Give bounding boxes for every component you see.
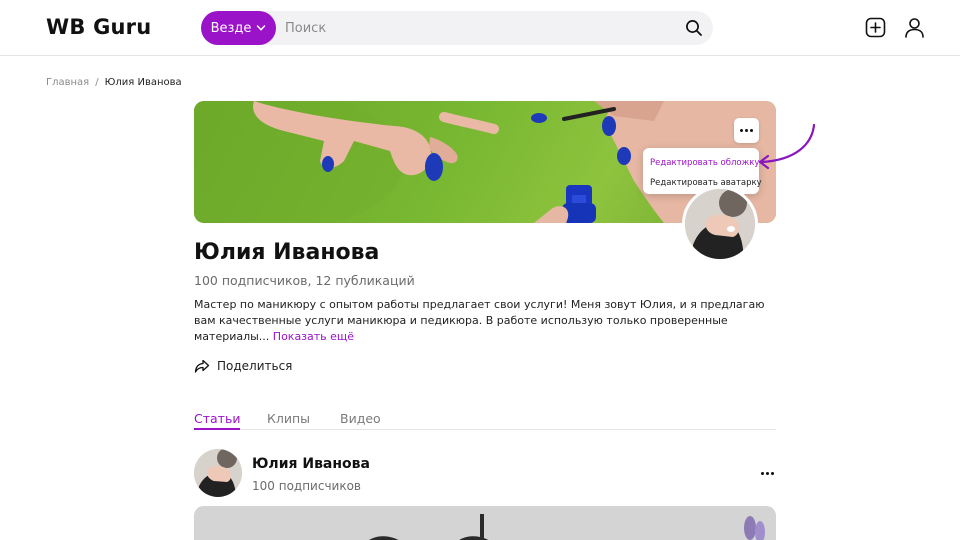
add-post-icon[interactable] [865, 17, 886, 38]
post-author-name[interactable]: Юлия Иванова [252, 456, 370, 472]
profile-avatar[interactable] [682, 186, 758, 262]
search-input[interactable] [285, 11, 675, 45]
search-scope-label: Везде [210, 20, 252, 36]
chevron-down-icon [257, 25, 266, 31]
breadcrumb: Главная / Юлия Иванова [46, 77, 182, 88]
more-dots-icon [740, 129, 753, 132]
cover-options-menu: Редактировать обложку Редактировать ават… [643, 148, 762, 194]
show-more-link[interactable]: Показать ещё [273, 330, 354, 343]
share-label: Поделиться [217, 359, 293, 373]
avatar-photo [685, 189, 755, 259]
content-tabs: Статьи Клипы Видео [194, 410, 776, 430]
tab-video[interactable]: Видео [340, 411, 381, 430]
profile-name: Юлия Иванова [194, 240, 380, 265]
share-button[interactable]: Поделиться [194, 358, 292, 374]
search-bar: Везде [201, 11, 713, 45]
search-scope-dropdown[interactable]: Везде [201, 11, 276, 45]
profile-bio: Мастер по маникюру с опытом работы предл… [194, 297, 784, 345]
more-dots-icon [760, 471, 774, 475]
user-profile-icon[interactable] [904, 17, 925, 38]
share-icon [194, 359, 210, 373]
site-logo[interactable]: WB Guru [46, 15, 151, 39]
post-avatar-photo [194, 449, 242, 497]
menu-item-edit-cover[interactable]: Редактировать обложку [643, 153, 759, 173]
search-icon[interactable] [685, 19, 703, 37]
post-options-button[interactable] [756, 465, 778, 481]
profile-stats: 100 подписчиков, 12 публикаций [194, 273, 415, 288]
breadcrumb-separator: / [95, 77, 99, 88]
post-author-subscribers: 100 подписчиков [252, 479, 361, 493]
post-photo [194, 506, 776, 540]
breadcrumb-home[interactable]: Главная [46, 77, 89, 88]
pointer-arrow-icon [758, 123, 816, 170]
top-header: WB Guru Везде [0, 0, 960, 56]
tab-clips[interactable]: Клипы [267, 411, 310, 430]
post-author-avatar[interactable] [194, 449, 242, 497]
tab-articles[interactable]: Статьи [194, 411, 241, 430]
post-preview-image[interactable] [194, 506, 776, 540]
breadcrumb-current: Юлия Иванова [104, 77, 182, 88]
